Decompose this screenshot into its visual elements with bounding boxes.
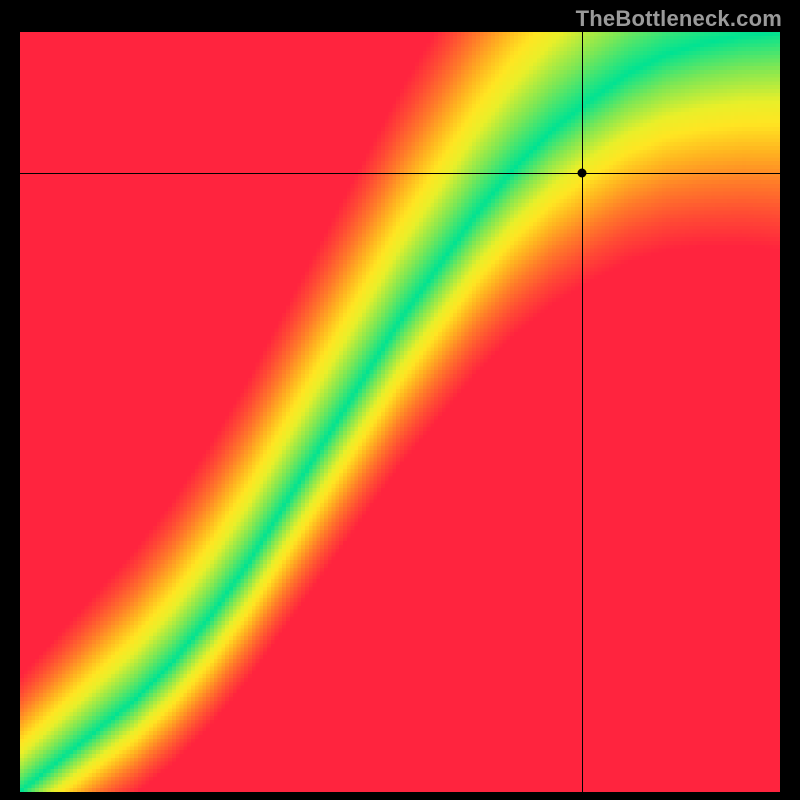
crosshair-vertical [582, 32, 583, 792]
selection-marker [578, 168, 587, 177]
watermark-text: TheBottleneck.com [576, 6, 782, 32]
plot-area [20, 32, 780, 792]
bottleneck-heatmap [20, 32, 780, 792]
chart-container: TheBottleneck.com [0, 0, 800, 800]
crosshair-horizontal [20, 173, 780, 174]
